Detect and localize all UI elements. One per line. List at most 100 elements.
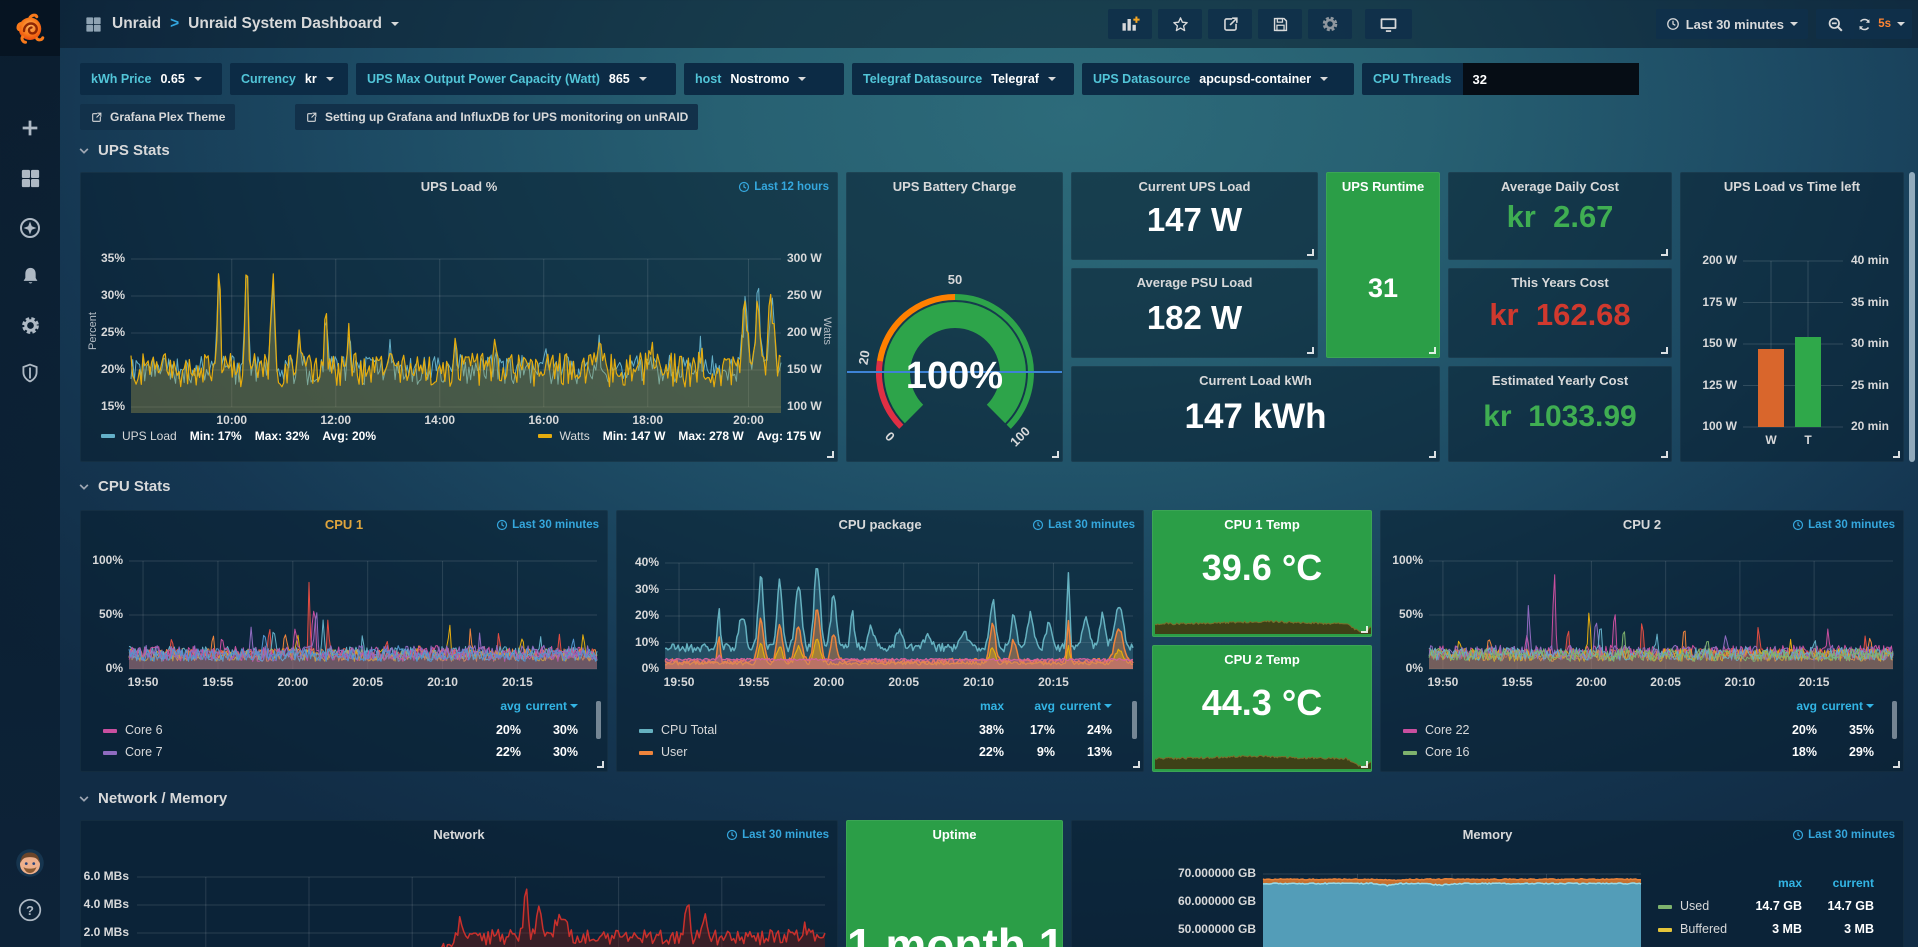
panel-title[interactable]: CPU 2 Temp (1153, 652, 1371, 667)
variable-ups-datasource[interactable]: UPS Datasource apcupsd-container (1082, 63, 1354, 95)
dashboard-settings-button[interactable] (1308, 9, 1352, 39)
time-override[interactable]: Last 30 minutes (1792, 519, 1895, 531)
panel-title[interactable]: Uptime (847, 827, 1062, 842)
legend-col-current[interactable]: current (1822, 699, 1874, 713)
bar[interactable] (1758, 349, 1784, 427)
panel-title[interactable]: UPS Runtime (1327, 179, 1439, 194)
panel-title[interactable]: Current Load kWh (1072, 373, 1439, 388)
save-dashboard-button[interactable] (1258, 9, 1302, 39)
sidebar-item-configuration[interactable] (0, 305, 60, 345)
time-range-picker[interactable]: Last 30 minutes (1656, 9, 1808, 39)
section-ups-stats[interactable]: UPS Stats (78, 142, 170, 159)
resize-handle[interactable] (1661, 451, 1668, 458)
legend-current-value: 30% (514, 745, 578, 759)
legend-series-name[interactable]: User (661, 745, 687, 759)
resize-handle[interactable] (1429, 347, 1436, 354)
resize-handle[interactable] (1133, 761, 1140, 768)
legend-col-avg[interactable]: avg (500, 699, 521, 713)
legend-series-name[interactable]: CPU Total (661, 723, 717, 737)
resize-handle[interactable] (1307, 249, 1314, 256)
panel-title[interactable]: UPS Load vs Time left (1681, 179, 1903, 194)
star-dashboard-button[interactable] (1158, 9, 1202, 39)
resize-handle[interactable] (597, 761, 604, 768)
user-avatar[interactable] (0, 843, 60, 883)
variable-ups-max-output[interactable]: UPS Max Output Power Capacity (Watt) 865 (356, 63, 676, 95)
legend-series-name[interactable]: Buffered (1680, 922, 1727, 936)
legend-series-name[interactable]: Core 6 (125, 723, 163, 737)
resize-handle[interactable] (1661, 249, 1668, 256)
resize-handle[interactable] (1893, 451, 1900, 458)
resize-handle[interactable] (827, 451, 834, 458)
legend-series-name[interactable]: Core 22 (1425, 723, 1469, 737)
resize-handle[interactable] (1307, 347, 1314, 354)
panel-title[interactable]: Network (81, 827, 837, 842)
legend-col-current[interactable]: current (526, 699, 578, 713)
ups-load-time-bar-chart[interactable]: 200 W175 W150 W125 W100 W40 min35 min30 … (1681, 173, 1903, 461)
axis-tick: 175 W (1681, 295, 1737, 309)
refresh-button[interactable]: 5s (1850, 9, 1912, 39)
time-override[interactable]: Last 30 minutes (726, 829, 829, 841)
zoom-out-time-button[interactable] (1816, 9, 1854, 39)
section-cpu-stats[interactable]: CPU Stats (78, 478, 171, 495)
sidebar-item-server-admin[interactable] (0, 353, 60, 393)
variable-kwh-price[interactable]: kWh Price 0.65 (80, 63, 222, 95)
legend-col-max[interactable]: max (1778, 876, 1802, 890)
sidebar-item-explore[interactable] (0, 208, 60, 248)
legend-series-name[interactable]: Watts (559, 429, 589, 443)
link-ups-monitoring-guide[interactable]: Setting up Grafana and InfluxDB for UPS … (295, 104, 698, 130)
legend-scrollbar[interactable] (1132, 701, 1137, 739)
sidebar-item-create[interactable] (0, 108, 60, 148)
legend-col-current[interactable]: current (1833, 876, 1874, 890)
legend-scrollbar[interactable] (596, 701, 601, 739)
resize-handle[interactable] (1893, 761, 1900, 768)
resize-handle[interactable] (1661, 347, 1668, 354)
link-grafana-plex-theme[interactable]: Grafana Plex Theme (80, 104, 235, 130)
time-override[interactable]: Last 30 minutes (1032, 519, 1135, 531)
legend-col-current[interactable]: current (1060, 699, 1112, 713)
legend-series-name[interactable]: Core 16 (1425, 745, 1469, 759)
panel-title[interactable]: This Years Cost (1449, 275, 1671, 290)
time-override[interactable]: Last 12 hours (738, 181, 829, 193)
section-network-memory[interactable]: Network / Memory (78, 790, 227, 807)
panel-cpu1: CPU 1 Last 30 minutes 100%50%0%19:5019:5… (80, 510, 608, 772)
bar[interactable] (1795, 337, 1821, 427)
breadcrumb-root[interactable]: Unraid (112, 15, 161, 33)
panel-title[interactable]: Average PSU Load (1072, 275, 1317, 290)
page-scrollbar[interactable] (1909, 172, 1915, 462)
share-dashboard-button[interactable] (1208, 9, 1252, 39)
cpu-threads-input[interactable] (1463, 63, 1639, 95)
help-button[interactable]: ? (0, 890, 60, 930)
legend-col-max[interactable]: max (980, 699, 1004, 713)
variable-host[interactable]: host Nostromo (684, 63, 844, 95)
tv-kiosk-button[interactable] (1365, 9, 1412, 39)
resize-handle[interactable] (1052, 451, 1059, 458)
legend-scrollbar[interactable] (1892, 701, 1897, 739)
grafana-logo[interactable] (0, 0, 60, 56)
time-override[interactable]: Last 30 minutes (496, 519, 599, 531)
resize-handle[interactable] (1429, 451, 1436, 458)
legend-col-avg[interactable]: avg (1034, 699, 1055, 713)
sidebar-item-alerting[interactable] (0, 256, 60, 296)
legend-series-name[interactable]: Core 7 (125, 745, 163, 759)
resize-handle[interactable] (1361, 761, 1368, 768)
variable-currency[interactable]: Currency kr (230, 63, 348, 95)
legend-series-name[interactable]: UPS Load (122, 429, 177, 443)
add-panel-button[interactable] (1108, 9, 1152, 39)
legend-col-avg[interactable]: avg (1796, 699, 1817, 713)
ups-load-chart[interactable]: 35%30%25%20%15%300 W250 W200 W150 W100 W… (81, 173, 837, 461)
grafana-logo-icon (12, 10, 48, 46)
sidebar-item-dashboards[interactable] (0, 158, 60, 198)
resize-handle[interactable] (1361, 626, 1368, 633)
panel-title[interactable]: UPS Load % (81, 179, 837, 194)
panel-title[interactable]: Current UPS Load (1072, 179, 1317, 194)
legend-series-name[interactable]: Used (1680, 899, 1709, 913)
panel-title[interactable]: UPS Battery Charge (847, 179, 1062, 194)
variable-telegraf-datasource[interactable]: Telegraf Datasource Telegraf (852, 63, 1074, 95)
panel-title[interactable]: CPU 1 Temp (1153, 517, 1371, 532)
dashboard-title[interactable]: Unraid System Dashboard (188, 15, 382, 33)
panel-title[interactable]: Memory (1072, 827, 1903, 842)
panel-title[interactable]: Average Daily Cost (1449, 179, 1671, 194)
chevron-down-icon[interactable] (391, 22, 399, 26)
panel-title[interactable]: Estimated Yearly Cost (1449, 373, 1671, 388)
time-override[interactable]: Last 30 minutes (1792, 829, 1895, 841)
